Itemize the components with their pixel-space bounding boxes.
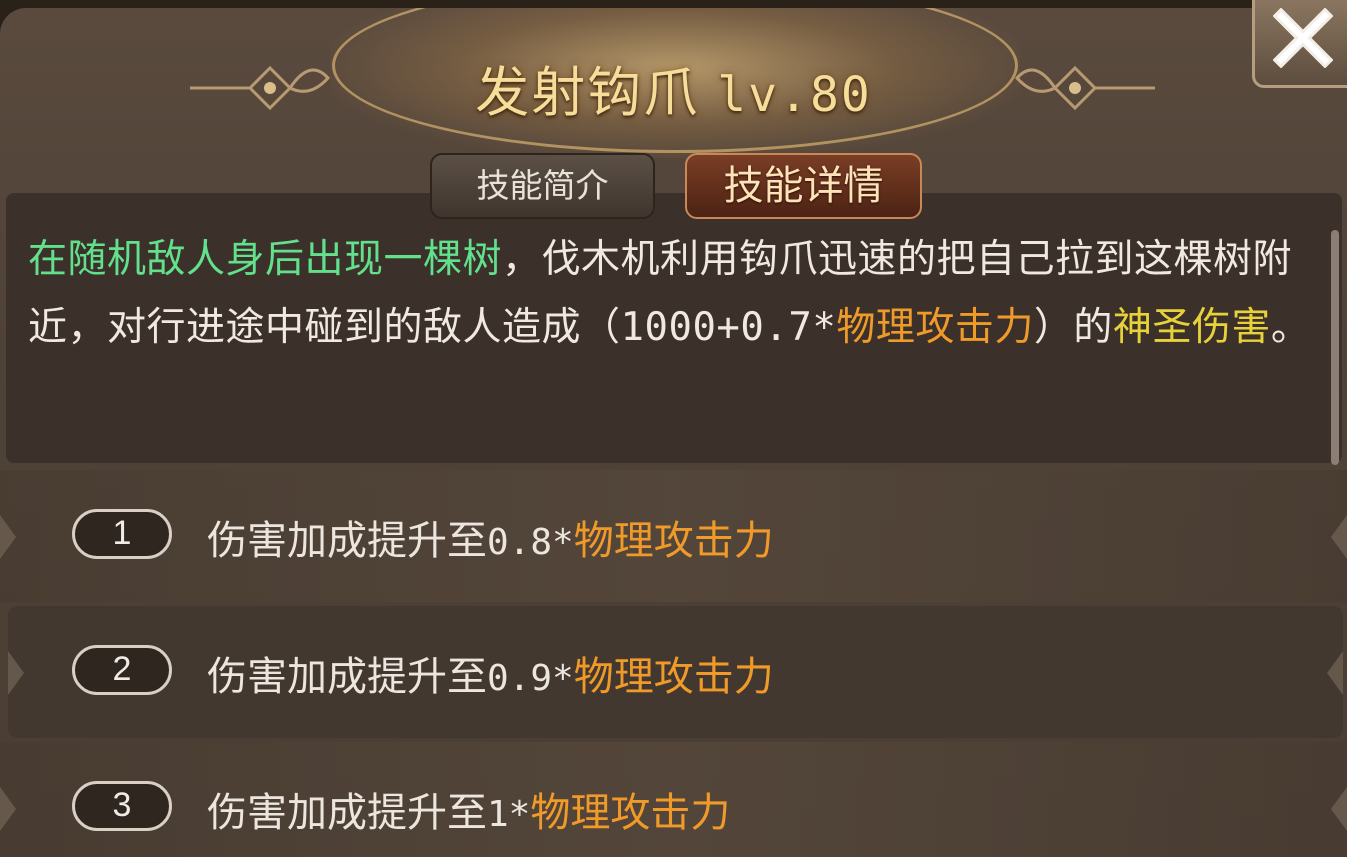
upgrade-number-badge: 2 bbox=[72, 645, 172, 695]
skill-description: 在随机敌人身后出现一棵树，伐木机利用钩爪迅速的把自己拉到这棵树附近，对行进途中碰… bbox=[28, 226, 1328, 362]
upgrade-stat: 物理攻击力 bbox=[573, 654, 774, 700]
upgrade-row-3: 3 伤害加成提升至1*物理攻击力 bbox=[0, 742, 1347, 857]
row-right-arrow-icon bbox=[1327, 651, 1343, 695]
row-left-arrow-icon bbox=[0, 787, 16, 831]
upgrade-row-1: 1 伤害加成提升至0.8*物理攻击力 bbox=[0, 470, 1347, 602]
upgrade-value: 0.8* bbox=[487, 522, 574, 563]
close-button[interactable] bbox=[1252, 0, 1347, 88]
skill-name: 发射钩爪 bbox=[475, 61, 700, 124]
upgrade-value: 1* bbox=[487, 794, 531, 835]
upgrade-number-badge: 3 bbox=[72, 781, 172, 831]
description-damage-type: 神圣伤害 bbox=[1112, 305, 1271, 350]
description-part2: ）的 bbox=[1033, 305, 1113, 350]
upgrade-stat: 物理攻击力 bbox=[573, 518, 774, 564]
tab-skill-intro[interactable]: 技能简介 bbox=[430, 153, 655, 219]
upgrade-text: 伤害加成提升至1*物理攻击力 bbox=[207, 780, 730, 838]
description-highlight: 在随机敌人身后出现一棵树 bbox=[28, 237, 503, 282]
tab-skill-detail[interactable]: 技能详情 bbox=[685, 153, 922, 219]
row-right-arrow-icon bbox=[1331, 515, 1347, 559]
row-right-arrow-icon bbox=[1331, 787, 1347, 831]
description-scrollbar[interactable] bbox=[1331, 230, 1339, 465]
upgrade-prefix: 伤害加成提升至 bbox=[207, 790, 487, 836]
upgrade-text: 伤害加成提升至0.9*物理攻击力 bbox=[207, 644, 774, 702]
upgrade-text: 伤害加成提升至0.8*物理攻击力 bbox=[207, 508, 774, 566]
upgrade-row-2: 2 伤害加成提升至0.9*物理攻击力 bbox=[8, 606, 1343, 738]
skill-level: lv.80 bbox=[717, 67, 872, 123]
upgrade-stat: 物理攻击力 bbox=[530, 790, 731, 836]
skill-detail-panel: 发射钩爪 lv.80 技能简介 技能详情 在随机敌人身后出现一棵树，伐木机利用钩爪… bbox=[0, 8, 1347, 857]
upgrade-prefix: 伤害加成提升至 bbox=[207, 654, 487, 700]
description-stat: 物理攻击力 bbox=[836, 305, 1034, 350]
upgrade-number-badge: 1 bbox=[72, 509, 172, 559]
row-left-arrow-icon bbox=[8, 651, 24, 695]
upgrade-value: 0.9* bbox=[487, 658, 574, 699]
upgrade-prefix: 伤害加成提升至 bbox=[207, 518, 487, 564]
skill-title: 发射钩爪 lv.80 bbox=[0, 48, 1347, 127]
description-end: 。 bbox=[1270, 305, 1311, 350]
description-formula: 1000+0.7* bbox=[620, 305, 837, 350]
close-icon bbox=[1273, 8, 1333, 68]
row-left-arrow-icon bbox=[0, 515, 16, 559]
